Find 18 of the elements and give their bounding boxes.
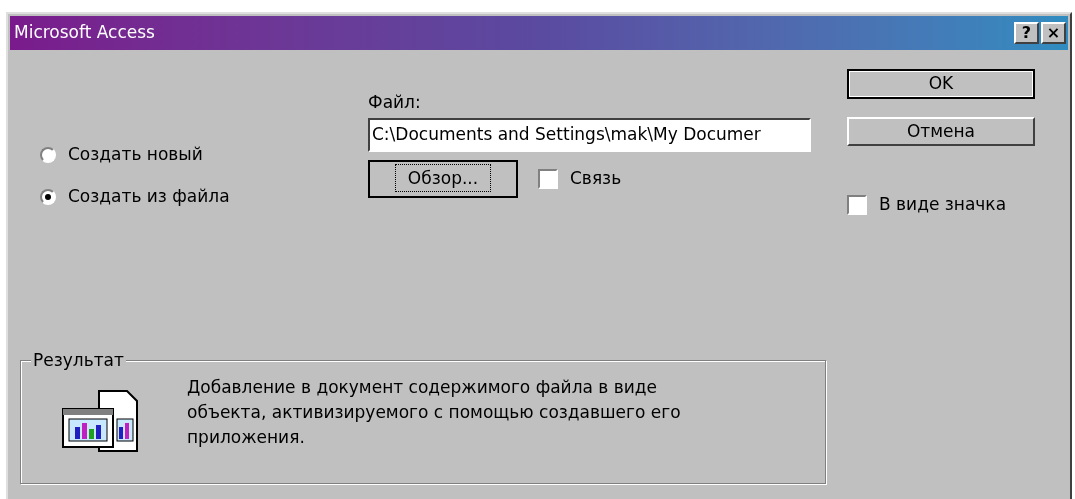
- checkbox-label: Связь: [570, 166, 622, 190]
- radio-button[interactable]: [40, 147, 56, 163]
- radio-label: Создать из файла: [68, 185, 230, 209]
- field-label: Файл:: [368, 91, 422, 114]
- close-button[interactable]: ×: [1041, 22, 1066, 44]
- window-title: Microsoft Access: [14, 21, 155, 45]
- checkbox[interactable]: [847, 194, 867, 215]
- browse-button[interactable]: Обзор...: [368, 159, 518, 198]
- ok-button[interactable]: OK: [847, 69, 1035, 99]
- result-description: Добавление в документ содержимого файла в виде объекта, активизируемого с помощью создавшего его приложения.: [187, 376, 682, 449]
- radio-button[interactable]: [40, 189, 56, 205]
- file-path-field[interactable]: C:\Documents and Settings\mak\My Documer: [368, 117, 811, 152]
- checkbox[interactable]: [538, 168, 558, 189]
- embedded-chart-files-icon: [59, 389, 139, 453]
- checkbox-label: В виде значка: [879, 193, 1007, 216]
- cancel-button[interactable]: Отмена: [847, 116, 1035, 146]
- radio-label: Создать новый: [68, 143, 203, 167]
- help-button[interactable]: ?: [1014, 22, 1039, 44]
